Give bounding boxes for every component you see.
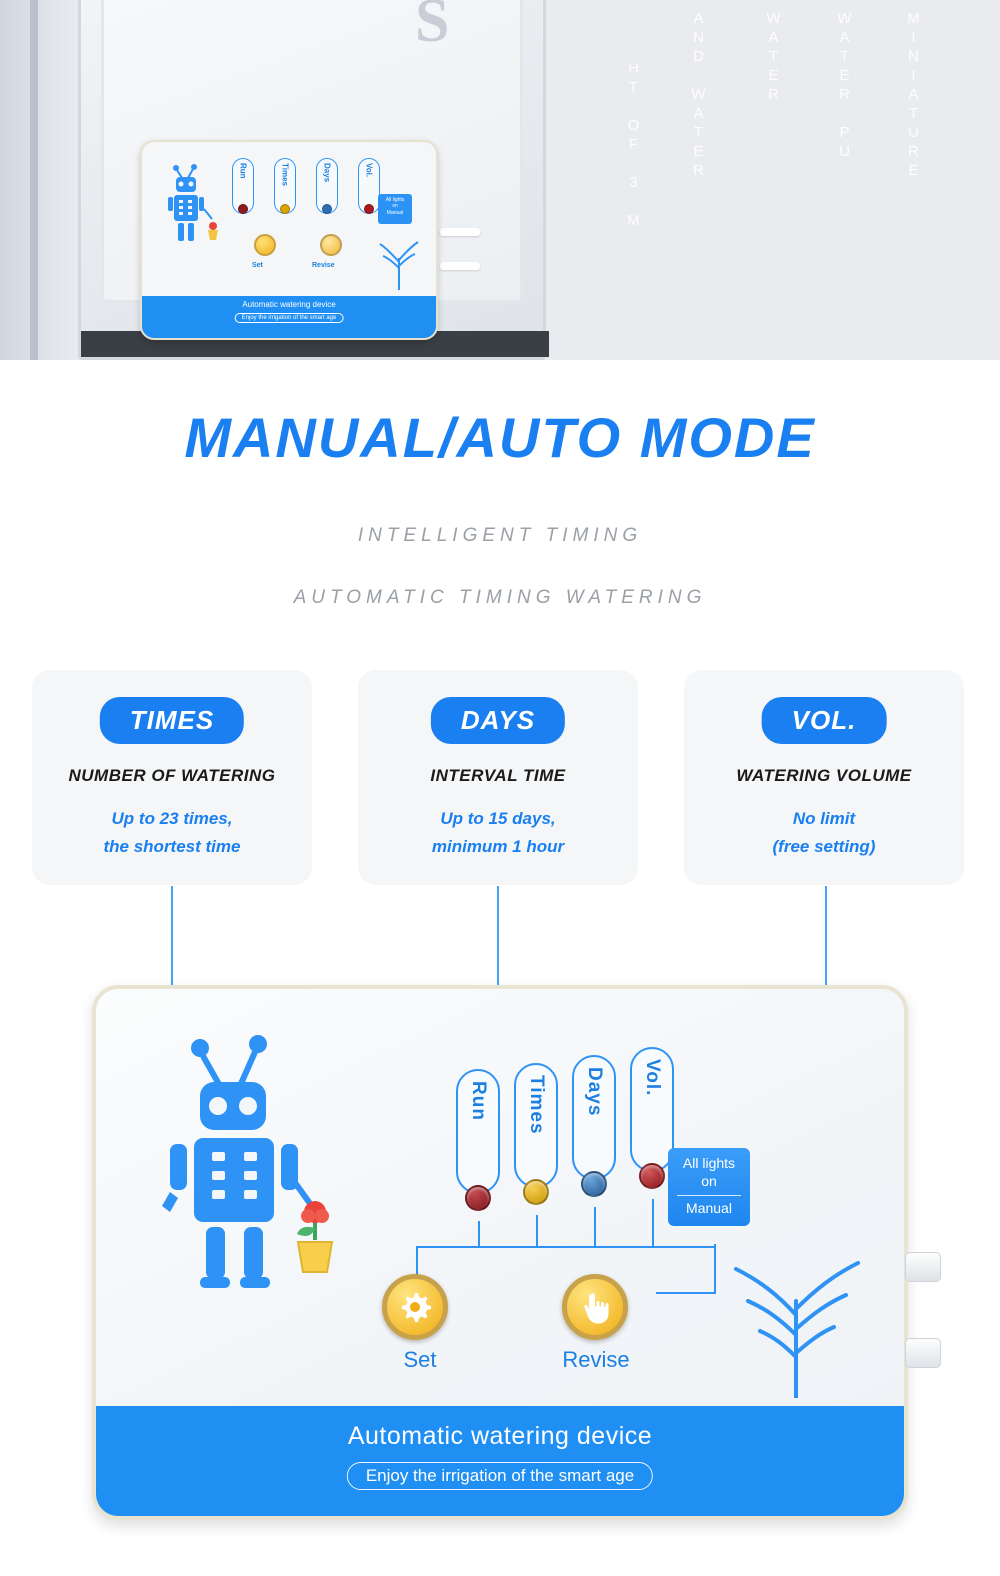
feature-card-days-body: Up to 15 days, minimum 1 hour xyxy=(358,805,638,861)
banner-cap-2 xyxy=(440,262,480,270)
led-vol[interactable] xyxy=(639,1163,665,1189)
water-outlet-nozzle-2 xyxy=(905,1338,941,1368)
label-times: Times xyxy=(514,1063,558,1188)
hand-pointer-icon xyxy=(584,1293,609,1324)
banner-vertical-text-3: WATER xyxy=(765,10,782,105)
feature-card-days-body-line2: minimum 1 hour xyxy=(431,837,565,857)
feature-card-times-body-line1: Up to 23 times, xyxy=(111,809,233,828)
main-device-panel: Run Times Days Vol. Set Revise Automatic… xyxy=(92,985,908,1520)
manual-all-lights-button[interactable]: All lights on Manual xyxy=(668,1148,750,1226)
banner-mini-led-run xyxy=(238,204,248,214)
top-product-photo-banner: S MINIATURE WATER PU WATER AND WATER HT … xyxy=(0,0,1000,360)
wire-manual-in xyxy=(656,1292,716,1294)
feature-card-times-subtitle: NUMBER OF WATERING xyxy=(68,766,276,785)
manual-button-divider xyxy=(677,1195,741,1196)
banner-big-letter: S xyxy=(415,0,450,55)
device-bottom-title: Automatic watering device xyxy=(347,1422,653,1450)
wire-times xyxy=(536,1215,538,1247)
label-days: Days xyxy=(572,1055,616,1180)
feature-card-days: DAYS INTERVAL TIME Up to 15 days, minimu… xyxy=(358,670,638,885)
wire-vol xyxy=(652,1199,654,1247)
banner-vertical-text-2: WATER PU xyxy=(836,10,853,162)
connector-times-vertical xyxy=(171,886,173,999)
wire-run xyxy=(478,1221,480,1247)
feature-card-vol-body: No limit (free setting) xyxy=(684,805,964,861)
feature-card-vol-pill: VOL. xyxy=(761,697,887,744)
wire-to-manual xyxy=(714,1244,716,1294)
label-days-text: Days xyxy=(584,1067,605,1117)
plant-icon xyxy=(734,1261,860,1398)
manual-button-line1: All lights xyxy=(682,1155,736,1171)
feature-card-times-body-line2: the shortest time xyxy=(103,837,241,857)
wire-bus-left xyxy=(416,1246,478,1248)
feature-cards: TIMES NUMBER OF WATERING Up to 23 times,… xyxy=(0,670,1000,890)
water-outlet-nozzle-1 xyxy=(905,1252,941,1282)
revise-knob-button[interactable] xyxy=(562,1274,628,1340)
label-run-text: Run xyxy=(468,1081,489,1121)
wire-bus xyxy=(478,1246,654,1248)
feature-card-days-subtitle: INTERVAL TIME xyxy=(430,766,566,785)
feature-card-times-pill: TIMES xyxy=(99,697,245,744)
banner-mini-led-days xyxy=(322,204,332,214)
feature-card-times-body: Up to 23 times, the shortest time xyxy=(32,805,312,861)
led-times[interactable] xyxy=(523,1179,549,1205)
banner-mini-knob-revise-label: Revise xyxy=(312,262,335,269)
banner-mini-knob-set-label: Set xyxy=(252,262,263,269)
label-run: Run xyxy=(456,1069,500,1194)
feature-card-vol-body-line1: No limit xyxy=(792,809,856,828)
manual-button-line2: on xyxy=(701,1172,717,1189)
page-subtitle-2: AUTOMATIC TIMING WATERING xyxy=(293,587,707,608)
led-run[interactable] xyxy=(465,1185,491,1211)
manual-button-line3: Manual xyxy=(686,1200,732,1216)
banner-mini-bottom-bar: Automatic watering device Enjoy the irri… xyxy=(142,296,436,338)
banner-mini-led-vol xyxy=(364,204,374,214)
robot-icon xyxy=(162,1035,334,1288)
page-title: MANUAL/AUTO MODE xyxy=(184,406,816,469)
banner-mini-bottom-sub: Enjoy the irrigation of the smart age xyxy=(234,313,344,323)
led-days[interactable] xyxy=(581,1171,607,1197)
feature-card-vol-body-line2: (free setting) xyxy=(772,837,876,857)
banner-vertical-text-4: AND WATER xyxy=(690,10,707,181)
banner-left-panel xyxy=(0,0,78,360)
label-vol-text: Vol. xyxy=(642,1059,663,1097)
feature-card-vol-subtitle: WATERING VOLUME xyxy=(736,766,912,785)
banner-cap-1 xyxy=(440,228,480,236)
banner-mini-bottom-title: Automatic watering device xyxy=(242,300,336,309)
label-times-text: Times xyxy=(526,1075,547,1135)
device-bottom-bar: Automatic watering device Enjoy the irri… xyxy=(96,1406,904,1516)
device-bottom-subtitle: Enjoy the irrigation of the smart age xyxy=(346,1462,654,1490)
gear-icon xyxy=(402,1293,431,1322)
feature-card-vol: VOL. WATERING VOLUME No limit (free sett… xyxy=(684,670,964,885)
banner-vertical-text-1: MINIATURE xyxy=(905,10,922,181)
banner-mini-knob-set xyxy=(254,234,276,256)
feature-card-times: TIMES NUMBER OF WATERING Up to 23 times,… xyxy=(32,670,312,885)
set-knob-label: Set xyxy=(403,1347,437,1372)
banner-mini-led-times xyxy=(280,204,290,214)
feature-card-days-pill: DAYS xyxy=(430,697,566,744)
banner-vertical-text-5: HT OF 3 M xyxy=(625,60,642,231)
wire-bus-right xyxy=(654,1246,716,1248)
feature-card-days-body-line1: Up to 15 days, xyxy=(440,809,556,828)
page-subtitle-1: INTELLIGENT TIMING xyxy=(357,525,643,546)
banner-mini-knob-revise xyxy=(320,234,342,256)
revise-knob-label: Revise xyxy=(562,1347,630,1372)
set-knob-button[interactable] xyxy=(382,1274,448,1340)
banner-mini-manual-button: All lights on Manual xyxy=(378,194,412,224)
banner-mini-manual-line3: Manual xyxy=(386,209,404,216)
banner-mini-robot-icon xyxy=(168,164,218,241)
banner-mini-plant-icon xyxy=(379,241,419,290)
wire-days xyxy=(594,1207,596,1247)
banner-mini-device: Run Times Days Vol. Set Revise All light… xyxy=(140,140,438,340)
